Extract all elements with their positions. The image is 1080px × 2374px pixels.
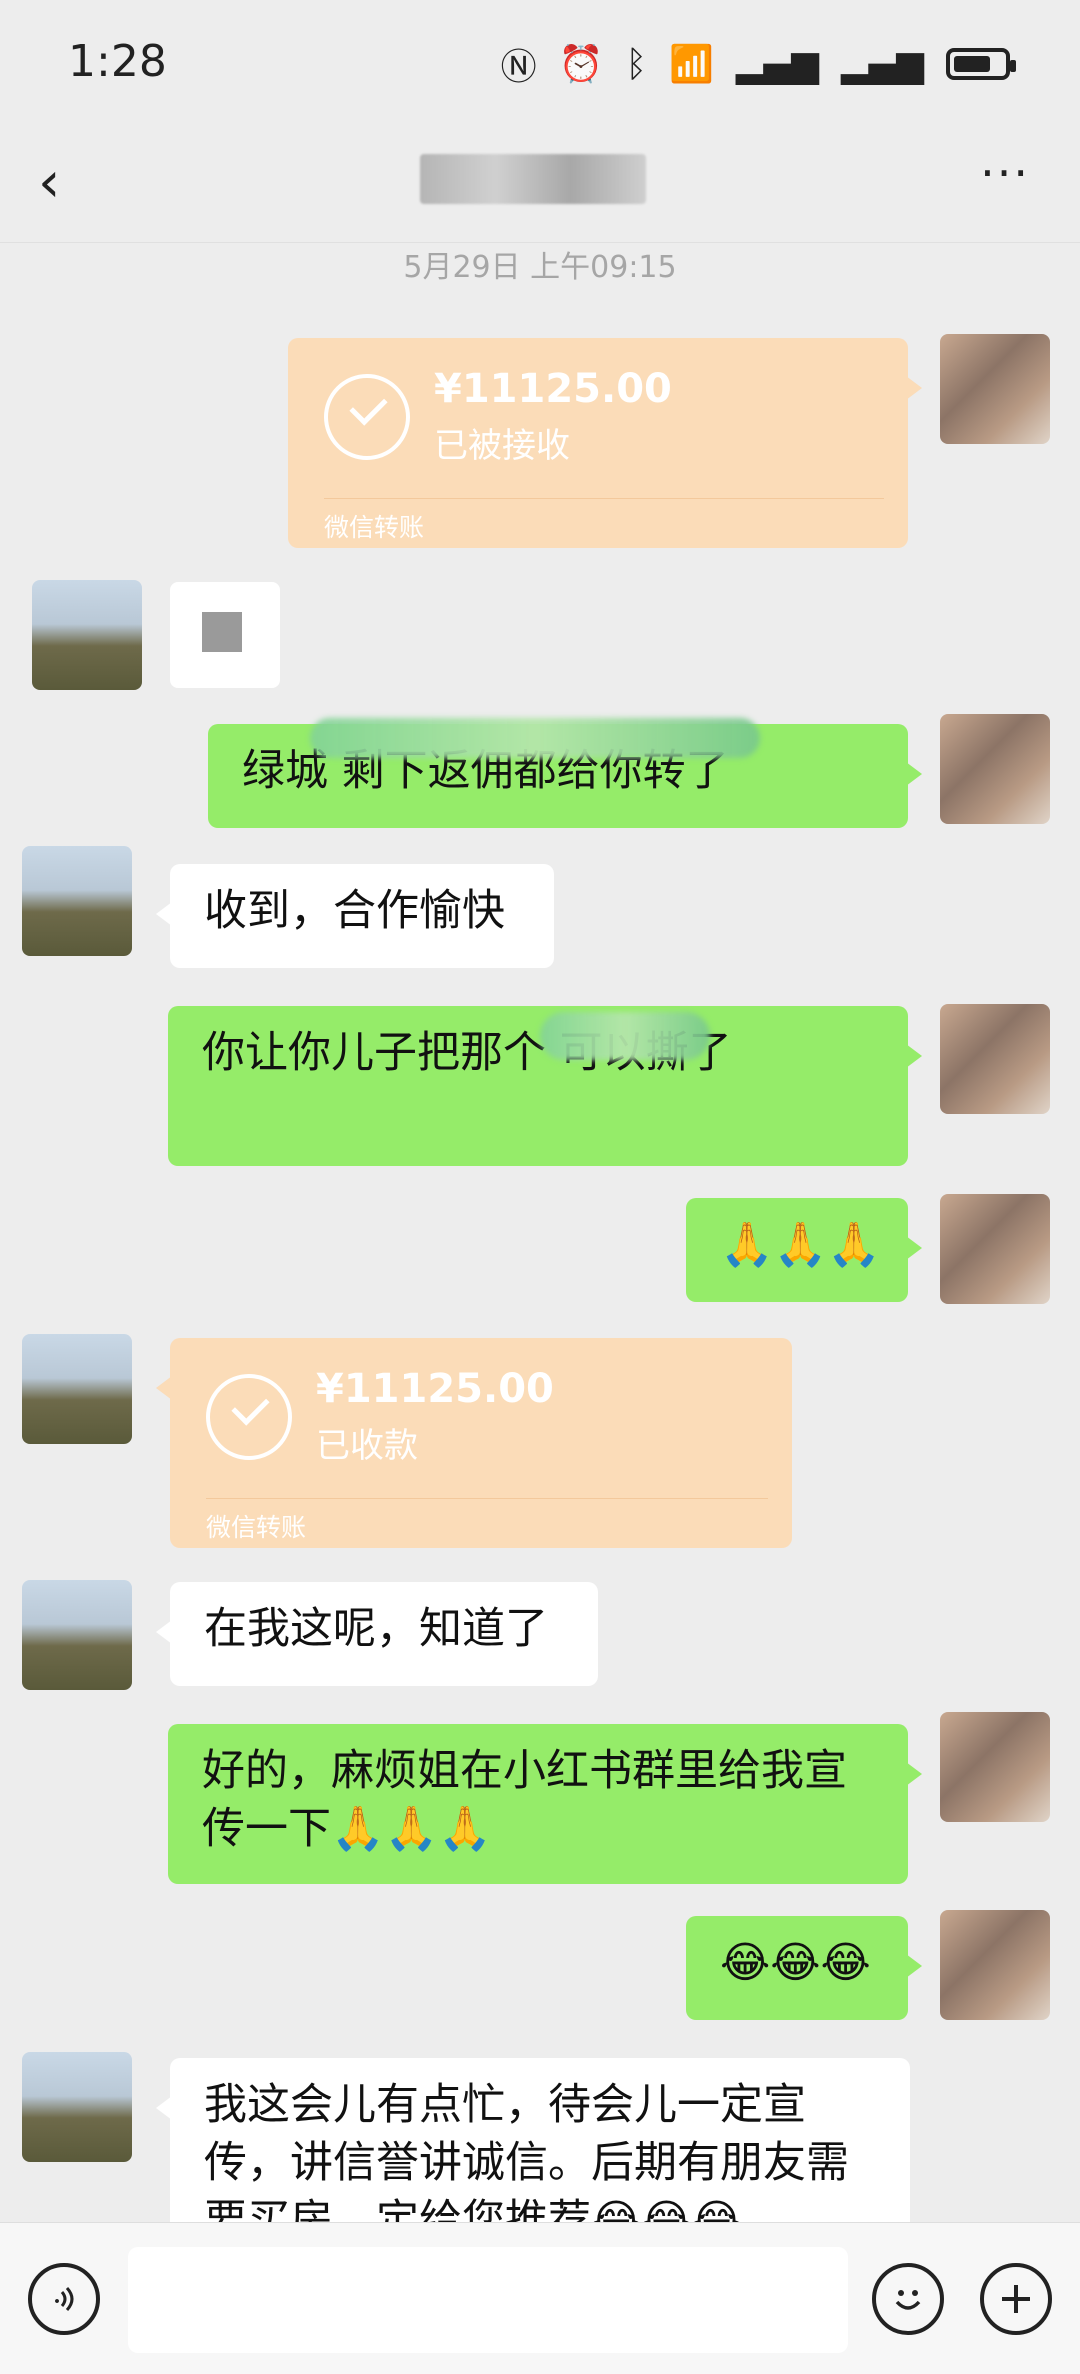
message-bubble[interactable]: 好的，麻烦姐在小红书群里给我宣传一下🙏🙏🙏	[168, 1724, 922, 1884]
avatar[interactable]	[940, 334, 1050, 444]
avatar[interactable]	[32, 580, 142, 690]
chat-title	[420, 154, 646, 204]
redaction-mark	[540, 1012, 710, 1060]
avatar[interactable]	[940, 1910, 1050, 2020]
more-options-button[interactable]: ···	[980, 146, 1030, 200]
status-icons: Ⓝ ⏰ ᛒ 📶 ▂▄▆ ▂▄▆	[500, 38, 1016, 90]
message-bubble[interactable]: 😂😂😂	[686, 1916, 922, 2020]
chat-area[interactable]: 5月29日 上午09:15 ¥11125.00 已被接收 微信转账 绿城 剩下返…	[0, 242, 1080, 2222]
image-message[interactable]	[170, 582, 280, 688]
signal-icon: ▂▄▆	[735, 43, 819, 85]
battery-icon	[946, 48, 1016, 80]
bluetooth-icon: ᛒ	[625, 43, 648, 85]
wifi-icon: 📶	[669, 44, 714, 85]
chevron-left-icon[interactable]: ‹	[38, 150, 60, 215]
status-time: 1:28	[68, 36, 167, 87]
avatar[interactable]	[940, 1712, 1050, 1822]
nfc-icon: Ⓝ	[500, 47, 537, 88]
transfer-divider	[206, 1498, 768, 1499]
check-icon	[324, 374, 410, 460]
message-bubble[interactable]: 在我这呢，知道了	[156, 1582, 598, 1686]
avatar[interactable]	[22, 846, 132, 956]
check-icon	[206, 1374, 292, 1460]
plus-symbol-icon	[1002, 2285, 1030, 2313]
transfer-divider	[324, 498, 884, 499]
avatar[interactable]	[940, 1194, 1050, 1304]
input-bar	[0, 2222, 1080, 2374]
status-bar: 1:28 Ⓝ ⏰ ᛒ 📶 ▂▄▆ ▂▄▆	[0, 0, 1080, 120]
message-bubble[interactable]: 我这会儿有点忙，待会儿一定宣传，讲信誉讲诚信。后期有朋友需要买房，定给您推荐😂😂…	[156, 2058, 910, 2222]
avatar[interactable]	[22, 2052, 132, 2162]
chat-header: ‹ ···	[0, 120, 1080, 243]
avatar[interactable]	[940, 714, 1050, 824]
avatar[interactable]	[22, 1334, 132, 1444]
redaction-mark	[310, 718, 760, 758]
transfer-label: 微信转账	[206, 1513, 307, 1542]
transfer-status: 已被接收	[434, 426, 570, 466]
emoji-icon[interactable]	[872, 2263, 944, 2335]
voice-wave-icon	[55, 2286, 74, 2312]
message-input[interactable]	[128, 2247, 848, 2353]
signal-2-icon: ▂▄▆	[840, 43, 924, 85]
transfer-amount: ¥11125.00	[434, 366, 672, 412]
transfer-card[interactable]: ¥11125.00 已收款 微信转账	[156, 1338, 792, 1548]
avatar[interactable]	[940, 1004, 1050, 1114]
alarm-icon: ⏰	[558, 44, 604, 85]
message-bubble[interactable]: 你让你儿子把那个 可以撕了	[168, 1006, 922, 1166]
plus-icon[interactable]	[980, 2263, 1052, 2335]
message-bubble[interactable]: 🙏🙏🙏	[686, 1198, 922, 1302]
transfer-status: 已收款	[316, 1426, 418, 1466]
transfer-amount: ¥11125.00	[316, 1366, 554, 1412]
image-thumbnail	[202, 612, 242, 652]
transfer-label: 微信转账	[324, 513, 425, 542]
transfer-card[interactable]: ¥11125.00 已被接收 微信转账	[288, 338, 922, 548]
avatar[interactable]	[22, 1580, 132, 1690]
message-bubble[interactable]: 收到，合作愉快	[156, 864, 554, 968]
message-timestamp: 5月29日 上午09:15	[403, 250, 677, 285]
smile-face-icon	[895, 2290, 921, 2310]
voice-icon[interactable]	[28, 2263, 100, 2335]
